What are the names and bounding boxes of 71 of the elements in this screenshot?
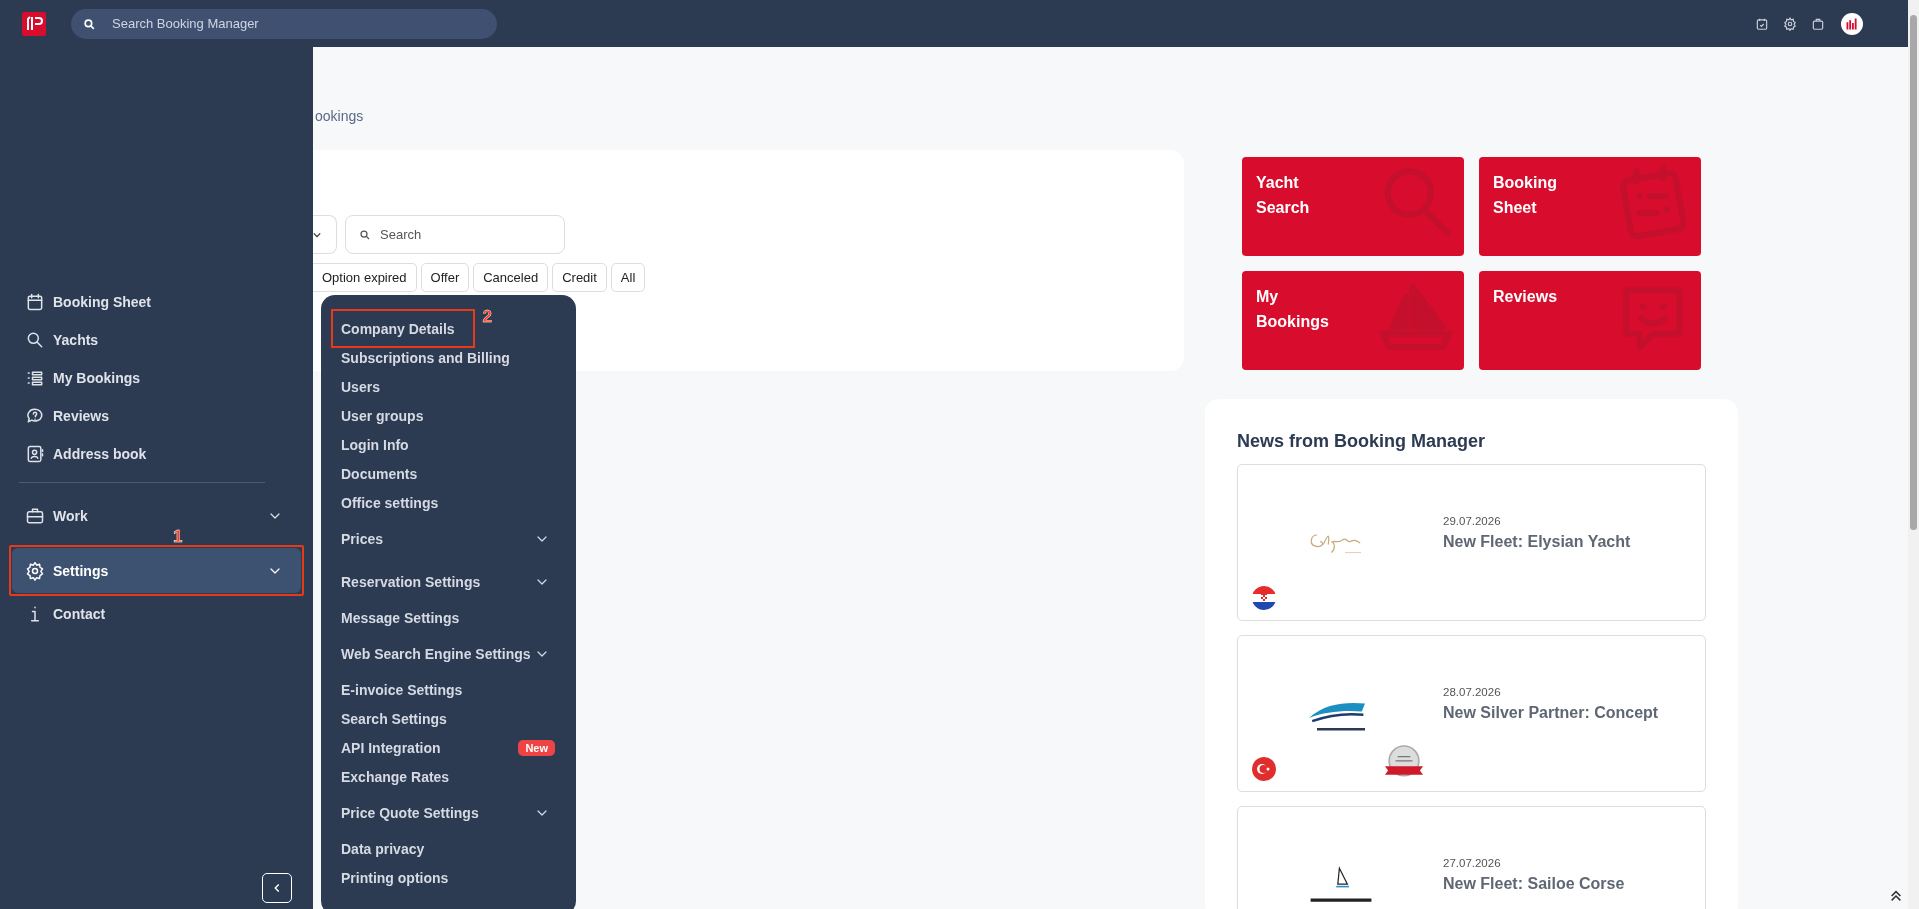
sidebar-item[interactable]: Work [0, 505, 313, 527]
news-card[interactable]: 27.07.2026 New Fleet: Sailoe Corse [1237, 806, 1706, 909]
news-title: New Silver Partner: Concept [1443, 703, 1659, 722]
flag-icon [1252, 586, 1276, 610]
menu-item[interactable]: Subscriptions and Billing [341, 343, 576, 372]
briefcase-icon [25, 506, 45, 526]
filter-chip[interactable]: Option expired [313, 263, 417, 292]
filter-chip[interactable]: Canceled [473, 263, 549, 292]
menu-item[interactable]: Search Settings [341, 704, 576, 733]
list-icon [25, 368, 45, 388]
contact-card-icon [25, 444, 45, 464]
menu-item[interactable]: Prices [341, 517, 576, 560]
menu-item[interactable]: Printing options [341, 863, 576, 892]
calendar-icon [25, 292, 45, 312]
menu-item[interactable]: User groups [341, 401, 576, 430]
news-title: New Fleet: Elysian Yacht [1443, 532, 1631, 551]
menu-item[interactable]: Message Settings [341, 603, 576, 632]
breadcrumb-link[interactable]: ookings [315, 108, 1908, 126]
logo-icon[interactable] [22, 11, 46, 36]
settings-icon [25, 560, 45, 581]
menu-item[interactable]: Documents [341, 459, 576, 488]
search-icon [25, 330, 45, 350]
news-card[interactable]: 29.07.2026 New Fleet: Elysian Yacht [1237, 464, 1706, 621]
sidebar-item[interactable]: My Bookings [0, 367, 313, 389]
menu-item[interactable]: Company Details [341, 314, 455, 343]
shortcut-tile[interactable]: Booking Sheet [1479, 157, 1701, 256]
sidebar-item[interactable]: Reviews [0, 405, 313, 427]
new-badge: New [518, 739, 555, 756]
callout-number: 2 [482, 309, 493, 324]
news-title: New Fleet: Sailoe Corse [1443, 874, 1625, 893]
flag-icon [1252, 757, 1276, 781]
shortcut-tile[interactable]: Yacht Search [1242, 157, 1464, 256]
filter-chip[interactable]: All [610, 263, 646, 292]
menu-item[interactable]: Office settings [341, 488, 576, 517]
menu-item[interactable]: E-invoice Settings [341, 675, 576, 704]
callout-number: 1 [173, 529, 183, 544]
search-field[interactable]: Search [345, 215, 565, 254]
menu-item[interactable]: API Integration New [341, 733, 576, 762]
scrollbar[interactable] [1908, 0, 1919, 909]
search-icon [359, 229, 371, 241]
news-card[interactable]: 28.07.2026 New Silver Partner: Concept [1237, 635, 1706, 792]
sidebar-item[interactable]: Yachts [0, 329, 313, 351]
calendar-icon[interactable] [1755, 16, 1769, 31]
news-heading: News from Booking Manager [1237, 431, 1487, 452]
bag-icon[interactable] [1811, 16, 1825, 31]
sidebar-item[interactable]: Contact [0, 603, 313, 625]
sidebar-item[interactable]: Settings [12, 548, 301, 593]
news-date: 29.07.2026 [1443, 514, 1502, 527]
menu-item[interactable]: Web Search Engine Settings [341, 632, 576, 675]
filter-chip[interactable]: Offer [420, 263, 470, 292]
menu-item[interactable]: Price Quote Settings [341, 791, 576, 834]
search-field[interactable]: Search Booking Manager [71, 8, 497, 39]
collapse-button[interactable] [262, 873, 292, 903]
news-date: 28.07.2026 [1443, 685, 1502, 698]
chat-question-icon [25, 406, 45, 426]
shortcut-tile[interactable]: My Bookings [1242, 271, 1464, 370]
menu-item[interactable]: Exchange Rates [341, 762, 576, 791]
shortcut-tile[interactable]: Reviews [1479, 271, 1701, 370]
menu-item[interactable]: Reservation Settings [341, 560, 576, 603]
menu-item[interactable]: Login Info [341, 430, 576, 459]
news-date: 27.07.2026 [1443, 856, 1502, 869]
menu-item[interactable]: Users [341, 372, 576, 401]
search-icon [83, 17, 96, 31]
filter-chip[interactable]: Credit [552, 263, 607, 292]
caret-icon [313, 230, 321, 239]
avatar-icon[interactable] [1841, 12, 1863, 35]
settings-icon[interactable] [1783, 16, 1797, 31]
sidebar-item[interactable]: Address book [0, 443, 313, 465]
sidebar-item[interactable]: Booking Sheet [0, 291, 313, 313]
menu-item[interactable]: Data privacy [341, 834, 576, 863]
scroll-to-top-icon[interactable] [1889, 889, 1903, 903]
